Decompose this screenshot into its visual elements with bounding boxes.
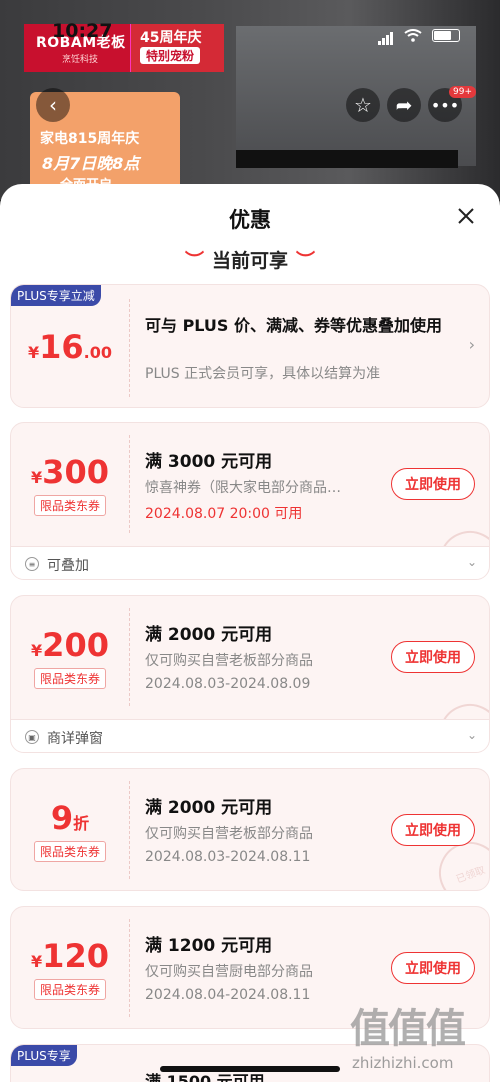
currency-symbol: ¥: [27, 343, 40, 362]
stack-icon: ≡: [25, 557, 39, 571]
coupon-type-tag: 限品类东券: [33, 494, 106, 516]
coupon-date: 2024.08.07 20:00 可用: [145, 506, 303, 522]
section-title-row: ︶ 当前可享 ︶: [0, 246, 500, 273]
share-icon[interactable]: ➦: [387, 88, 421, 122]
amount: 200: [42, 625, 109, 664]
card-divider: [129, 435, 130, 533]
close-icon[interactable]: [454, 204, 478, 228]
amount: 120: [42, 936, 109, 975]
card-divider: [129, 919, 130, 1017]
coupon-desc: 仅可购买自营老板部分商品: [145, 653, 313, 669]
use-now-button[interactable]: 立即使用: [391, 641, 475, 673]
footer-label: 商详弹窗: [47, 731, 103, 747]
use-now-button[interactable]: 立即使用: [391, 814, 475, 846]
battery-icon: [432, 29, 460, 42]
star-icon[interactable]: ☆: [346, 88, 380, 122]
footer-label: 可叠加: [47, 558, 89, 574]
plus-tag: PLUS专享: [11, 1045, 77, 1066]
amount-decimal: .00: [83, 343, 112, 362]
discount-unit: 折: [73, 813, 90, 833]
section-title: 当前可享: [211, 250, 288, 272]
status-time: 10:27: [52, 20, 113, 42]
section-deco-right: ︶: [296, 250, 316, 272]
coupon-date: 2024.08.03-2024.08.09: [145, 676, 311, 692]
currency-symbol: ¥: [31, 951, 43, 971]
coupon-card: ¥200 限品类东券 满 2000 元可用 仅可购买自营老板部分商品 2024.…: [10, 595, 490, 753]
coupon-card: 9折 限品类东券 满 2000 元可用 仅可购买自营老板部分商品 2024.08…: [10, 768, 490, 891]
amount: 9: [50, 798, 74, 837]
status-icons: [378, 26, 460, 45]
home-indicator[interactable]: [160, 1066, 340, 1072]
coupon-title: 满 2000 元可用: [145, 625, 273, 645]
card-divider: [129, 608, 130, 706]
chevron-down-icon[interactable]: ⌄: [467, 555, 477, 569]
range-hood-panel: [236, 150, 458, 168]
coupon-sheet: 优惠 ︶ 当前可享 ︶ PLUS专享立减 ¥16.00 可与 PLUS 价、满减、券…: [0, 184, 500, 1082]
coupon-amount: ¥200 限品类东券: [11, 596, 129, 718]
card-divider: [129, 781, 130, 879]
card-divider: [129, 299, 130, 397]
amount: 300: [42, 452, 109, 491]
coupon-title: 满 1500 元可用: [145, 1072, 265, 1082]
signal-icon: [378, 26, 394, 45]
coupon-amount: ¥300 限品类东券: [11, 423, 129, 545]
coupon-type-tag: 限品类东券: [33, 978, 106, 1000]
coupon-amount: ¥120 限品类东券: [11, 907, 129, 1028]
amount: 16: [39, 328, 84, 366]
promo-line-2: 8月7日晚8点: [42, 154, 140, 173]
chevron-down-icon[interactable]: ⌄: [467, 728, 477, 742]
coupon-type-tag: 限品类东券: [33, 840, 106, 862]
back-icon[interactable]: ‹: [36, 88, 70, 122]
sheet-title: 优惠: [229, 208, 271, 232]
popup-icon: ▣: [25, 730, 39, 744]
currency-symbol: ¥: [31, 640, 43, 660]
coupon-date: 2024.08.03-2024.08.11: [145, 849, 311, 865]
anniversary-text: 45周年庆: [140, 30, 202, 46]
coupon-desc: 惊喜神券（限大家电部分商品…: [145, 480, 341, 496]
plus-amount: ¥16.00: [11, 285, 129, 407]
coupon-type-tag: 限品类东券: [33, 667, 106, 689]
coupon-footer[interactable]: ▣ 商详弹窗 ⌄: [11, 719, 489, 752]
promo-line-1: 家电815周年庆: [40, 131, 140, 147]
cart-badge: 99+: [449, 86, 476, 98]
coupon-desc: 仅可购买自营厨电部分商品: [145, 964, 313, 980]
plus-discount-card[interactable]: PLUS专享立减 ¥16.00 可与 PLUS 价、满减、券等优惠叠加使用 PL…: [10, 284, 490, 408]
coupon-date: 2024.08.04-2024.08.11: [145, 987, 311, 1003]
coupon-title: 满 2000 元可用: [145, 798, 273, 818]
brand-slogan: 烹饪科技: [62, 55, 99, 65]
wifi-icon: [404, 29, 422, 42]
coupon-footer[interactable]: ≡ 可叠加 ⌄: [11, 546, 489, 579]
coupon-desc: 仅可购买自营老板部分商品: [145, 826, 313, 842]
product-image-area: ROBAM老板 烹饪科技 45周年庆 特别宠粉 家电815周年庆 8月7日晚8点…: [0, 0, 500, 200]
section-deco-left: ︶: [184, 250, 204, 272]
plus-desc: PLUS 正式会员可享，具体以结算为准: [145, 366, 381, 382]
coupon-card: ¥300 限品类东券 满 3000 元可用 惊喜神券（限大家电部分商品… 202…: [10, 422, 490, 580]
coupon-title: 满 1200 元可用: [145, 936, 273, 956]
chevron-right-icon[interactable]: ›: [469, 335, 475, 354]
plus-title: 可与 PLUS 价、满减、券等优惠叠加使用: [145, 316, 443, 335]
anniversary-tag: 特别宠粉: [140, 47, 201, 64]
watermark-site: zhizhizhi.com: [352, 1054, 454, 1072]
use-now-button[interactable]: 立即使用: [391, 952, 475, 984]
watermark-logo: 值值值: [350, 1006, 466, 1052]
coupon-amount: 9折 限品类东券: [11, 769, 129, 890]
currency-symbol: ¥: [31, 467, 43, 487]
use-now-button[interactable]: 立即使用: [391, 468, 475, 500]
coupon-title: 满 3000 元可用: [145, 452, 273, 472]
